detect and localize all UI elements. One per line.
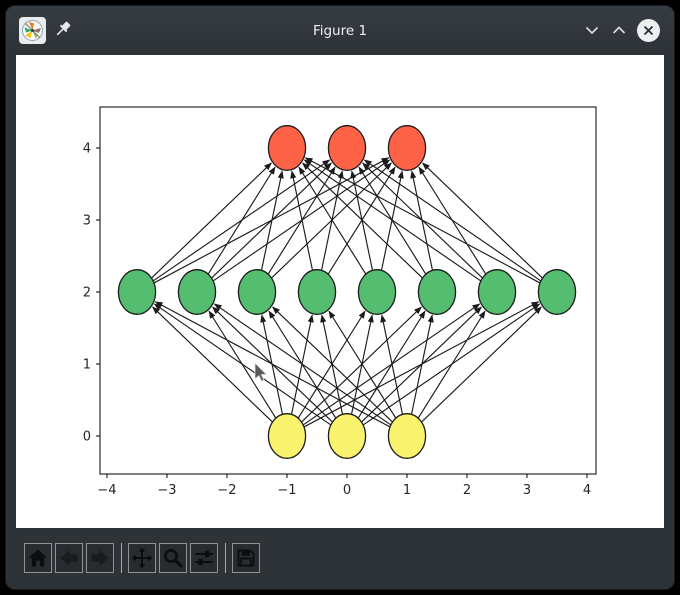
- y-tick-label: 1: [83, 358, 91, 373]
- y-tick-label: 0: [83, 430, 91, 445]
- x-tick-label: 4: [583, 483, 591, 498]
- configure-subplots-button sliders-icon[interactable]: [190, 543, 218, 573]
- x-tick-label: 2: [463, 483, 471, 498]
- mouse-cursor: [255, 363, 266, 381]
- x-tick-label: −2: [217, 483, 236, 498]
- edge-arrow: [329, 311, 396, 418]
- middle-layer-node: [298, 270, 335, 315]
- x-tick-label: 3: [523, 483, 531, 498]
- middle-layer-node: [178, 270, 215, 315]
- minimize-button chevron-down-icon[interactable]: [583, 22, 601, 40]
- network-plot[interactable]: −4 −3 −2 −1 0 1 2 3 4 0 1 2 3 4: [16, 55, 664, 528]
- x-tick-label: −4: [97, 483, 116, 498]
- forward-button arrow-right-icon[interactable]: [86, 543, 114, 573]
- navigation-toolbar: [6, 528, 674, 589]
- y-tick-label: 4: [83, 142, 91, 157]
- bottom-layer-node: [388, 414, 425, 459]
- edge-arrow: [412, 315, 433, 414]
- x-tick-label: 0: [343, 483, 351, 498]
- back-button arrow-left-icon[interactable]: [55, 543, 83, 573]
- bottom-layer-node: [328, 414, 365, 459]
- edge-arrow: [423, 163, 543, 278]
- tools-app-icon: [19, 17, 46, 44]
- maximize-button chevron-up-icon[interactable]: [610, 22, 628, 40]
- edge-arrow: [154, 304, 330, 425]
- middle-layer-node: [538, 270, 575, 315]
- edge-arrow: [152, 163, 272, 278]
- save-button floppy-disk-icon[interactable]: [232, 543, 260, 573]
- edge-arrow: [208, 167, 275, 274]
- bottom-layer-node: [268, 414, 305, 459]
- pin-icon[interactable]: [53, 20, 73, 42]
- desktop-background: Figure 1 −4 −3 −2 −1 0 1 2 3 4 0 1 2 3 4: [0, 0, 680, 595]
- figure-window: Figure 1 −4 −3 −2 −1 0 1 2 3 4 0 1 2 3 4: [6, 6, 674, 589]
- toolbar-separator: [225, 543, 226, 573]
- middle-layer-node: [358, 270, 395, 315]
- middle-layer-node: [478, 270, 515, 315]
- y-tick-label: 3: [83, 214, 91, 229]
- x-tick-label: 1: [403, 483, 411, 498]
- y-tick-label: 2: [83, 286, 91, 301]
- top-layer-node: [328, 126, 365, 171]
- edge-arrow: [364, 160, 540, 281]
- edge-arrow: [418, 311, 485, 418]
- close-button close-x-icon[interactable]: [637, 19, 660, 42]
- x-tick-label: −1: [277, 483, 296, 498]
- window-controls: [583, 6, 660, 55]
- edge-arrow: [303, 163, 423, 278]
- edge-arrow: [305, 158, 540, 283]
- middle-layer-node: [238, 270, 275, 315]
- window-titlebar[interactable]: Figure 1: [6, 6, 674, 55]
- edge-arrow: [153, 307, 273, 422]
- zoom-button magnifier-icon[interactable]: [159, 543, 187, 573]
- toolbar-separator: [121, 543, 122, 573]
- home-button[interactable]: [24, 543, 52, 573]
- edge-arrow: [422, 307, 542, 422]
- x-tick-label: −3: [157, 483, 176, 498]
- edge-arrow: [155, 302, 390, 427]
- top-layer-node: [268, 126, 305, 171]
- pan-button move-arrows-icon[interactable]: [128, 543, 156, 573]
- top-layer-node: [388, 126, 425, 171]
- edge-arrow: [214, 304, 390, 425]
- edge-arrow: [262, 171, 283, 270]
- middle-layer-node: [418, 270, 455, 315]
- middle-layer-node: [118, 270, 155, 315]
- window-title: Figure 1: [6, 6, 674, 55]
- figure-canvas[interactable]: −4 −3 −2 −1 0 1 2 3 4 0 1 2 3 4: [16, 55, 664, 528]
